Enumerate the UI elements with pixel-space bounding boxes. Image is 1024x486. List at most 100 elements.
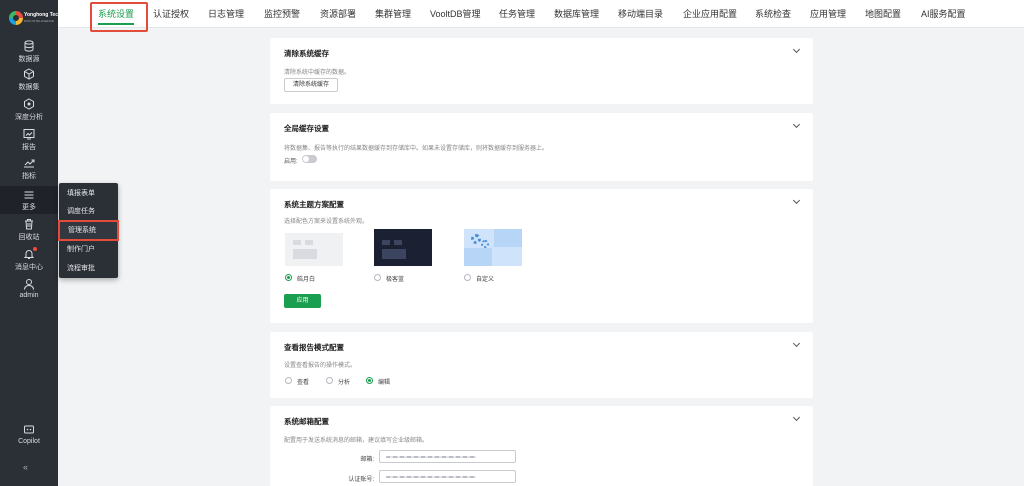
radio-mode-view[interactable] [285,377,292,384]
menu-item-workflow[interactable]: 流程审批 [59,260,118,277]
radio-label: 极客蓝 [386,277,405,283]
account-label: 认证账号: [348,477,374,483]
menu-icon [24,191,34,199]
preview-block [293,240,301,245]
radio-theme-dark[interactable] [374,274,381,281]
top-tab-bar: 系统设置 认证授权 日志管理 监控预警 资源部署 集群管理 VooltDB管理 … [58,0,1024,28]
sidebar-item-copilot[interactable]: Copilot [0,424,58,450]
clear-cache-button[interactable]: 清除系统缓存 [284,78,339,92]
card-mail: 系统邮箱配置 配置用于发送系统消息的邮箱，建议填写企业级邮箱。 邮箱: 认证账号… [270,406,813,486]
radio-label: 皓月白 [297,277,316,283]
sidebar-item-label: 回收站 [18,234,40,241]
radio-label: 自定义 [476,277,495,283]
card-title: 系统邮箱配置 [284,417,329,426]
tab-app-management[interactable]: 应用管理 [810,0,846,28]
card-description: 选择配色方案来设置系统外观。 [284,219,369,225]
card-report-mode: 查看报告模式配置 设置查看报告的操作模式。 查看 分析 编辑 [270,332,813,398]
tab-database[interactable]: 数据库管理 [554,0,599,28]
enable-cache-toggle[interactable] [302,155,317,163]
gear-icon [471,234,481,244]
sidebar-item-label: 报告 [22,144,36,151]
tab-cluster[interactable]: 集群管理 [375,0,411,28]
sidebar-item-metric[interactable]: 指标 [0,157,58,183]
sidebar-item-datasource[interactable]: 数据源 [0,40,58,66]
card-title: 全局缓存设置 [284,124,329,133]
menu-item-schedule-task[interactable]: 调度任务 [59,203,118,220]
apply-theme-button[interactable]: 应用 [284,294,321,308]
card-description: 配置用于发送系统消息的邮箱，建议填写企业级邮箱。 [284,438,429,444]
tab-ai-service[interactable]: AI服务配置 [921,0,966,28]
more-popup-menu: 填报表单 调度任务 管理系统 制作门户 流程审批 [58,183,119,278]
tab-vooltdb[interactable]: VooltDB管理 [430,0,481,28]
chevron-down-icon[interactable] [792,120,801,129]
collapse-sidebar-icon[interactable]: « [23,462,28,472]
active-tab-highlight [90,2,148,32]
preview-block [305,240,313,245]
sidebar-item-report[interactable]: 报告 [0,128,58,154]
card-theme: 系统主题方案配置 选择配色方案来设置系统外观。 皓月白 极客蓝 自定义 应用 [270,189,813,323]
tab-logs[interactable]: 日志管理 [208,0,244,28]
tab-enterprise-apps[interactable]: 企业应用配置 [683,0,737,28]
tab-system-check[interactable]: 系统检查 [755,0,791,28]
card-title: 系统主题方案配置 [284,200,344,209]
tab-monitoring[interactable]: 监控预警 [264,0,300,28]
radio-theme-custom[interactable] [464,274,471,281]
card-description: 设置查看报告的操作模式。 [284,363,357,369]
user-icon [24,279,34,290]
radio-mode-edit[interactable] [366,377,373,384]
copilot-icon [24,425,34,434]
preview-block [464,248,492,266]
chevron-down-icon[interactable] [792,45,801,54]
tab-tasks[interactable]: 任务管理 [499,0,535,28]
email-field[interactable] [379,450,516,463]
preview-block [494,229,522,247]
tab-mobile-catalog[interactable]: 移动端目录 [618,0,663,28]
tab-map-config[interactable]: 地图配置 [865,0,901,28]
trash-icon [25,219,33,230]
card-description: 清除系统中缓存的数据。 [284,70,351,76]
sidebar-item-user[interactable]: admin [0,278,58,304]
preview-bar [285,229,343,233]
chevron-down-icon[interactable] [792,196,801,205]
gear-icon [481,240,489,248]
radio-theme-light[interactable] [285,274,292,281]
menu-item-admin-system[interactable]: 管理系统 [58,220,119,241]
sidebar-item-label: 数据源 [18,56,40,63]
theme-preview-light[interactable] [285,229,343,266]
preview-block [293,249,317,259]
chevron-down-icon[interactable] [792,413,801,422]
chevron-down-icon[interactable] [792,339,801,348]
sidebar-item-dataset[interactable]: 数据集 [0,68,58,94]
preview-block [394,240,402,245]
sidebar-item-label: Copilot [18,438,40,445]
sidebar-item-deep-analysis[interactable]: 深度分析 [0,98,58,124]
sidebar-item-label: admin [19,292,39,299]
menu-item-fill-form[interactable]: 填报表单 [59,185,118,202]
notification-dot [33,247,37,251]
menu-item-make-portal[interactable]: 制作门户 [59,241,118,258]
logo-subtitle: DATA INTELLIGENCE [24,19,54,23]
tab-deployment[interactable]: 资源部署 [320,0,356,28]
enable-label: 启用: [284,159,298,165]
account-field[interactable] [379,470,516,483]
theme-preview-custom[interactable] [464,229,522,266]
theme-preview-dark[interactable] [374,229,432,266]
card-global-cache: 全局缓存设置 将数据集、报告等执行的结果数据缓存到存储库中。如果未设置存储库，则… [270,113,813,181]
radio-mode-analyze[interactable] [326,377,333,384]
sidebar-item-messages[interactable]: 消息中心 [0,247,58,274]
sidebar-item-label: 指标 [22,173,36,180]
sidebar-item-more[interactable]: 更多 [0,186,58,214]
tab-auth[interactable]: 认证授权 [153,0,189,28]
logo[interactable]: Yonghong Tech DATA INTELLIGENCE [0,9,61,35]
radio-label: 分析 [338,380,351,386]
sidebar: Yonghong Tech DATA INTELLIGENCE 数据源 数据集 … [0,0,61,486]
preview-block [382,249,406,259]
card-description: 将数据集、报告等执行的结果数据缓存到存储库中。如果未设置存储库，则将数据缓存到服… [284,146,549,152]
metric-trend-icon [24,159,35,168]
sidebar-item-label: 消息中心 [15,264,43,271]
card-clear-cache: 清除系统缓存 清除系统中缓存的数据。 清除系统缓存 [270,38,813,104]
redacted-value [386,456,476,458]
sidebar-item-recycle[interactable]: 回收站 [0,218,58,244]
radio-label: 查看 [297,380,310,386]
logo-mark-icon [9,11,23,25]
